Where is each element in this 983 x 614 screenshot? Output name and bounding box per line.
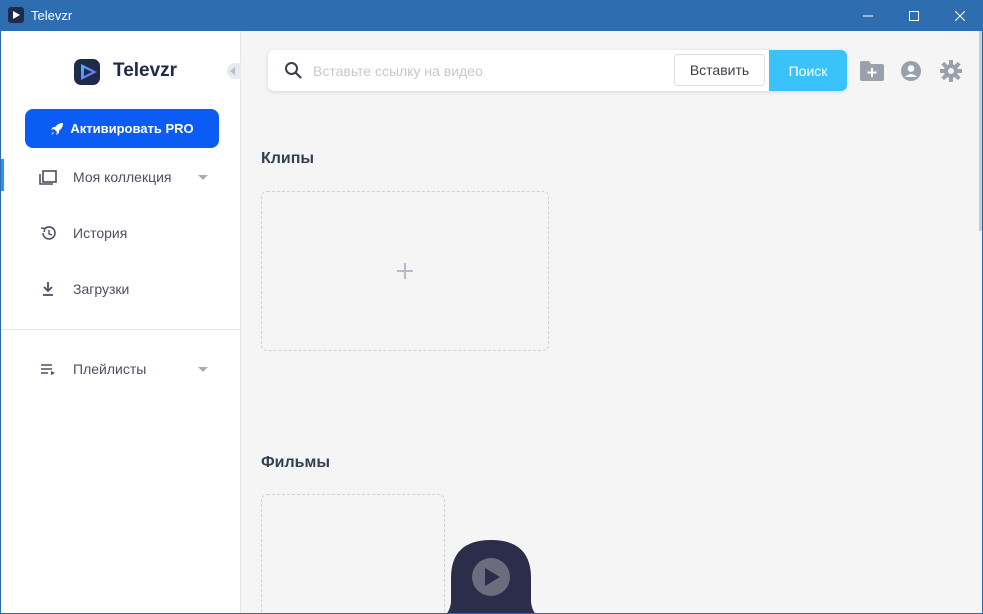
settings-icon[interactable] [938,59,964,83]
sidebar-item-label: История [73,225,128,241]
close-icon [955,10,965,21]
sidebar-item-playlists[interactable]: Плейлисты [1,349,241,389]
sidebar-item-label: Загрузки [73,281,130,297]
close-button[interactable] [937,0,983,31]
films-section-title: Фильмы [261,454,330,471]
paste-button[interactable]: Вставить [674,54,765,86]
search-input[interactable] [313,57,668,84]
search-button[interactable]: Поиск [769,50,847,91]
download-icon [43,282,53,296]
minimize-icon [863,15,873,16]
sidebar: Televzr Активировать PRO Моя коллекция И… [1,31,241,613]
activate-pro-button[interactable]: Активировать PRO [25,109,219,148]
window-title: Televzr [31,8,73,23]
sidebar-item-label: Моя коллекция [73,169,172,185]
sidebar-divider [1,329,241,330]
activate-pro-label: Активировать PRO [70,121,194,136]
app-icon [8,7,24,23]
clips-section-title: Клипы [261,150,315,167]
collection-icon [39,170,57,185]
playlist-icon [41,364,55,375]
rocket-icon [51,122,64,135]
search-bar: Вставить Поиск [268,50,847,91]
maximize-icon [909,10,919,21]
chevron-down-icon[interactable] [198,175,208,180]
user-icon[interactable] [898,59,924,83]
history-icon [40,226,56,240]
sidebar-item-collection[interactable]: Моя коллекция [1,157,241,197]
add-film-placeholder[interactable] [261,494,445,613]
sidebar-item-downloads[interactable]: Загрузки [1,269,241,309]
mini-player-tab[interactable] [431,540,551,613]
add-clip-placeholder[interactable] [261,191,549,351]
sidebar-item-history[interactable]: История [1,213,241,253]
logo-text: Televzr [113,60,178,81]
search-icon [285,62,302,79]
scrollbar[interactable] [979,31,982,231]
minimize-button[interactable] [845,0,891,31]
sidebar-item-label: Плейлисты [73,361,147,377]
title-bar: Televzr [0,0,983,31]
sidebar-collapse-toggle[interactable] [227,63,241,79]
app-window: Televzr Активировать PRO Моя коллекция И… [1,31,982,613]
plus-icon [397,263,413,279]
folder-add-icon[interactable] [859,59,885,83]
maximize-button[interactable] [891,0,937,31]
chevron-down-icon[interactable] [198,367,208,372]
televzr-logo-icon [74,59,100,85]
